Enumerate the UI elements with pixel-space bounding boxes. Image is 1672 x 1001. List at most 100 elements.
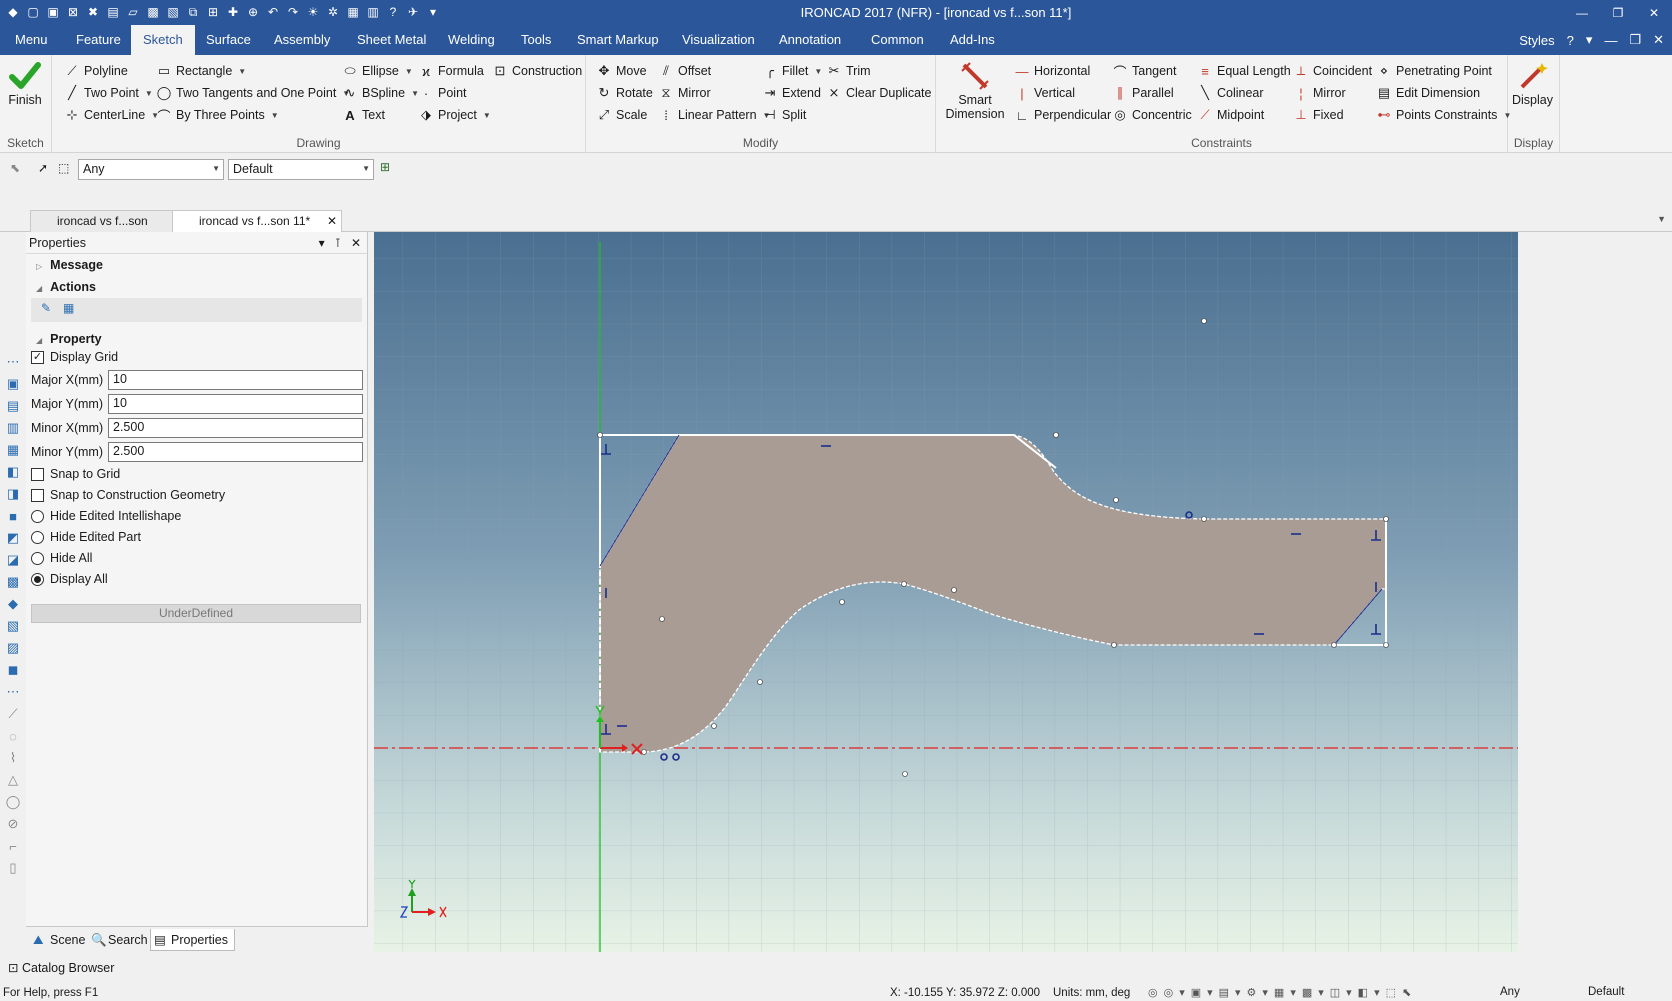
edit-sketch-icon[interactable]: ✎ <box>41 301 51 315</box>
strip-tool-icon[interactable]: ◨ <box>3 484 23 504</box>
style-combo[interactable]: Default ▼ <box>228 159 374 180</box>
strip-tool-icon[interactable]: ▩ <box>3 572 23 592</box>
vertex[interactable] <box>839 599 845 605</box>
vertex[interactable] <box>659 616 665 622</box>
select-icon[interactable]: ➚ <box>38 161 48 175</box>
tab-sketch[interactable]: Sketch <box>131 25 195 55</box>
project-button[interactable]: ⬗ Project ▼ <box>418 105 491 125</box>
fixed-button[interactable]: ⊥ Fixed <box>1293 105 1343 125</box>
strip-tool-icon[interactable]: ◪ <box>3 550 23 570</box>
panel-menu-icon[interactable]: ▾ <box>319 232 325 254</box>
strip-tool-icon[interactable]: ▥ <box>3 418 23 438</box>
construction-button[interactable]: ⊡ Construction <box>492 61 583 81</box>
vertex[interactable] <box>902 771 908 777</box>
hide-part-radio[interactable]: Hide Edited Part <box>31 527 141 547</box>
strip-tool-icon[interactable]: ▦ <box>3 440 23 460</box>
filter-combo[interactable]: Any ▼ <box>78 159 224 180</box>
by-three-points-button[interactable]: ⌒ By Three Points ▼ <box>156 105 278 125</box>
hide-all-radio[interactable]: Hide All <box>31 548 92 568</box>
vertex[interactable] <box>951 587 957 593</box>
scale-button[interactable]: ⤢ Scale <box>596 105 647 125</box>
sketch-table-icon[interactable]: ▦ <box>63 301 74 315</box>
trim-button[interactable]: ✂ Trim <box>826 61 871 81</box>
strip-tool-icon[interactable]: ⌐ <box>3 836 23 856</box>
major-x-field[interactable]: 10 <box>108 370 363 390</box>
strip-tool-icon[interactable]: ⌇ <box>3 748 23 768</box>
tab-scene[interactable]: ⛰ Scene <box>30 929 85 951</box>
centerline-button[interactable]: ⊹ CenterLine ▼ <box>64 105 160 125</box>
strip-tool-icon[interactable]: ⋯ <box>3 352 23 372</box>
vertex[interactable] <box>757 679 763 685</box>
tab-sheet-metal[interactable]: Sheet Metal <box>345 25 438 55</box>
text-button[interactable]: A Text <box>342 105 385 125</box>
strip-tool-icon[interactable]: ◩ <box>3 528 23 548</box>
tab-list-icon[interactable]: ▼ <box>1657 214 1666 224</box>
tab-properties[interactable]: ▤ Properties <box>150 929 235 951</box>
strip-tool-icon[interactable]: ▤ <box>3 396 23 416</box>
strip-tool-icon[interactable]: ■ <box>3 506 23 526</box>
display-all-radio[interactable]: Display All <box>31 569 108 589</box>
minor-y-field[interactable]: 2.500 <box>108 442 363 462</box>
equal-length-button[interactable]: ≡ Equal Length <box>1197 61 1290 81</box>
strip-tool-icon[interactable]: ⋯ <box>3 682 23 702</box>
point-button[interactable]: · Point <box>418 83 467 103</box>
vertex[interactable] <box>711 723 717 729</box>
rotate-button[interactable]: ↻ Rotate <box>596 83 653 103</box>
tab-annotation[interactable]: Annotation <box>767 25 853 55</box>
perpendicular-button[interactable]: ∟ Perpendicular <box>1014 105 1112 125</box>
snap-construction-checkbox[interactable]: Snap to Construction Geometry <box>31 485 225 505</box>
strip-tool-icon[interactable]: ⟋ <box>3 704 23 724</box>
tab-smart-markup[interactable]: Smart Markup <box>565 25 671 55</box>
display-grid-checkbox[interactable]: ✓ Display Grid <box>31 347 118 367</box>
mirror-button[interactable]: ⧖ Mirror <box>658 83 710 103</box>
catalog-browser-bar[interactable]: ⊡ Catalog Browser <box>0 958 400 978</box>
linear-pattern-button[interactable]: ⁞ Linear Pattern ▼ <box>658 105 770 125</box>
tab-common[interactable]: Common <box>859 25 936 55</box>
units-readout[interactable]: Units: mm, deg <box>1053 987 1130 999</box>
sketch-viewport[interactable] <box>374 232 1518 952</box>
strip-tool-icon[interactable]: ▯ <box>3 858 23 878</box>
points-constraints-button[interactable]: ⊷ Points Constraints ▼ <box>1376 105 1512 125</box>
pin-icon[interactable]: ⊺ <box>335 232 341 254</box>
tab-surface[interactable]: Surface <box>194 25 263 55</box>
split-button[interactable]: ⊣ Split <box>762 105 806 125</box>
strip-tool-icon[interactable]: ▧ <box>3 616 23 636</box>
strip-tool-icon[interactable]: ◧ <box>3 462 23 482</box>
strip-tool-icon[interactable]: ◼ <box>3 660 23 680</box>
offset-button[interactable]: ⫽ Offset <box>658 61 711 81</box>
tab-tools[interactable]: Tools <box>509 25 563 55</box>
mirror-constraint-button[interactable]: ¦ Mirror <box>1293 83 1345 103</box>
strip-tool-icon[interactable]: ⊘ <box>3 814 23 834</box>
concentric-button[interactable]: ◎ Concentric <box>1112 105 1191 125</box>
tab-search[interactable]: 🔍 Search <box>88 929 148 951</box>
hierarchy-icon[interactable]: ⊞ <box>380 160 390 174</box>
colinear-button[interactable]: ╲ Colinear <box>1197 83 1263 103</box>
vertex[interactable] <box>1053 432 1059 438</box>
status-tool-icons[interactable]: ◎◎▾▣▾▤▾⚙▾▦▾▩▾◫▾◧▾⬚⬉ <box>1148 986 1417 999</box>
tab-assembly[interactable]: Assembly <box>262 25 342 55</box>
move-button[interactable]: ✥ Move <box>596 61 647 81</box>
ribbon-minimize-icon[interactable]: — <box>1604 33 1617 48</box>
ellipse-button[interactable]: ⬭ Ellipse ▼ <box>342 61 412 81</box>
message-section[interactable]: ▷ Message <box>26 254 367 276</box>
major-y-field[interactable]: 10 <box>108 394 363 414</box>
actions-section[interactable]: ◢ Actions <box>26 276 367 298</box>
display-button[interactable]: Display <box>1512 59 1553 107</box>
strip-tool-icon[interactable]: ▨ <box>3 638 23 658</box>
vertex[interactable] <box>901 581 907 587</box>
select-mode-icon[interactable]: ⬚ <box>58 161 69 175</box>
minor-x-field[interactable]: 2.500 <box>108 418 363 438</box>
two-tangents-button[interactable]: ◯ Two Tangents and One Point ▼ <box>156 83 351 103</box>
styles-menu[interactable]: Styles <box>1519 33 1554 48</box>
pointer-tool-icon[interactable]: ⬉ <box>10 161 20 175</box>
tab-add-ins[interactable]: Add-Ins <box>938 25 1007 55</box>
ribbon-close-icon[interactable]: ✕ <box>1653 32 1664 48</box>
hide-intellishape-radio[interactable]: Hide Edited Intellishape <box>31 506 181 526</box>
horizontal-button[interactable]: — Horizontal <box>1014 61 1091 81</box>
coincident-button[interactable]: ⟂ Coincident <box>1293 61 1372 81</box>
close-button[interactable]: ✕ <box>1636 0 1672 25</box>
close-icon[interactable]: ✕ <box>351 232 361 254</box>
ribbon-options-icon[interactable]: ▾ <box>1586 32 1593 48</box>
help-icon[interactable]: ? <box>1567 33 1574 48</box>
sketch-canvas[interactable] <box>374 232 1518 952</box>
